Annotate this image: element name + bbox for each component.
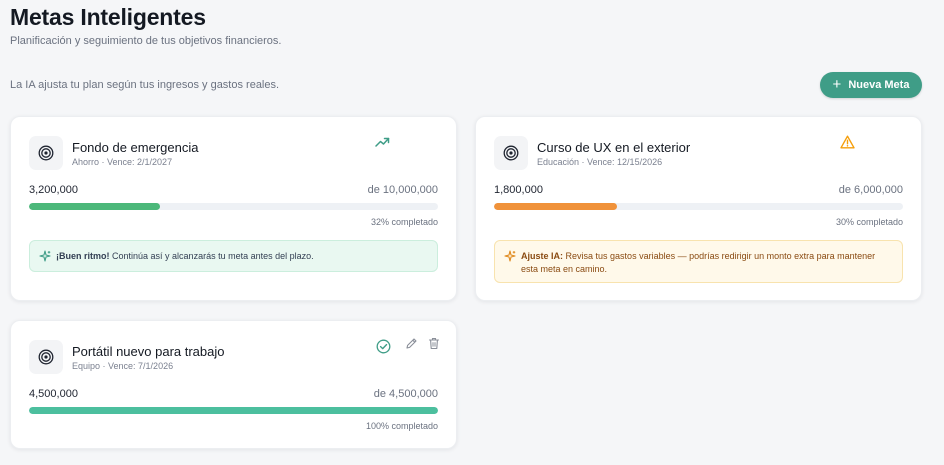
goal-card: Curso de UX en el exterior Educación · V… [475,116,922,301]
goal-current-amount: 3,200,000 [29,184,78,196]
goal-tip-title: Ajuste IA: [521,251,564,261]
ai-note: La IA ajusta tu plan según tus ingresos … [10,79,280,91]
goal-name: Fondo de emergencia [72,140,199,155]
goal-tip-title: ¡Buen ritmo! [56,251,110,261]
goal-progress-fill [29,407,438,414]
goal-progress-label: 30% completado [835,217,903,227]
goal-name: Portátil nuevo para trabajo [72,344,225,359]
goal-target-amount: de 6,000,000 [838,184,903,196]
goal-target-amount: de 10,000,000 [367,184,438,196]
goal-meta: Educación · Vence: 12/15/2026 [537,157,663,167]
goal-progress-label: 32% completado [370,217,438,227]
goal-meta: Equipo · Vence: 7/1/2026 [72,361,174,371]
sparkles-icon [39,250,51,266]
goal-progress-bar [494,203,903,210]
edit-pencil-icon[interactable] [405,337,418,350]
goal-progress-label: 100% completado [365,421,438,431]
target-icon [29,136,63,170]
goal-card: Portátil nuevo para trabajo Equipo · Ven… [10,320,457,449]
goal-progress-bar [29,203,438,210]
warning-triangle-icon [840,135,855,149]
plus-icon: + [832,76,842,93]
target-icon [494,136,528,170]
goal-name: Curso de UX en el exterior [537,140,691,155]
check-circle-icon [376,339,391,354]
goal-current-amount: 4,500,000 [29,388,78,400]
goal-tip-text: Continúa así y alcanzarás tu meta antes … [112,251,314,261]
goal-progress-fill [29,203,160,210]
page-subtitle: Planificación y seguimiento de tus objet… [10,35,282,47]
goal-tip: Ajuste IA: Revisa tus gastos variables —… [494,240,903,283]
page-title: Metas Inteligentes [10,4,206,30]
goal-target-amount: de 4,500,000 [373,388,438,400]
goal-progress-bar [29,407,438,414]
new-goal-button[interactable]: + Nueva Meta [820,72,922,98]
goal-meta: Ahorro · Vence: 2/1/2027 [72,157,173,167]
target-icon [29,340,63,374]
new-goal-button-label: Nueva Meta [848,79,910,91]
trash-icon[interactable] [428,337,440,350]
goal-tip-text: Revisa tus gastos variables — podrías re… [521,251,876,274]
sparkles-icon [504,250,516,266]
goal-tip: ¡Buen ritmo! Continúa así y alcanzarás t… [29,240,438,272]
trending-up-icon [375,136,390,148]
goal-progress-fill [494,203,617,210]
goal-card: Fondo de emergencia Ahorro · Vence: 2/1/… [10,116,457,301]
goal-current-amount: 1,800,000 [494,184,543,196]
